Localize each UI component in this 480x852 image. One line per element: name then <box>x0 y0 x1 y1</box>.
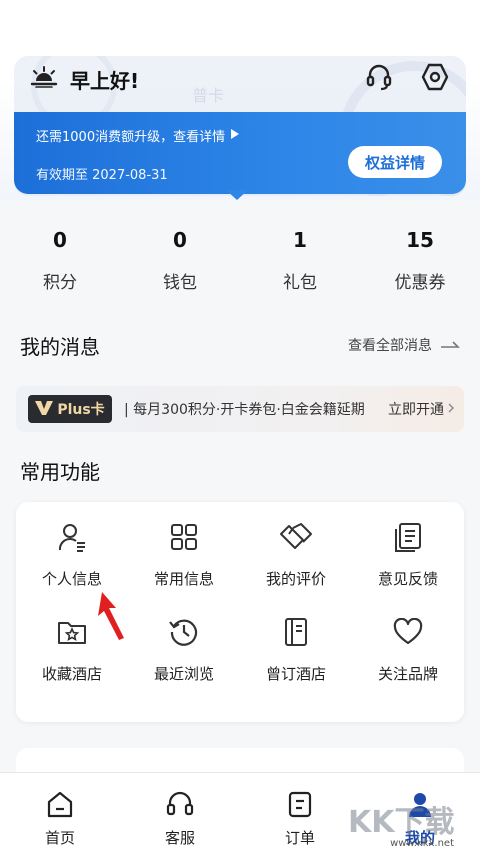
settings-button[interactable] <box>420 62 450 96</box>
upgrade-text: 还需1000消费额升级，查看详情 <box>36 130 226 145</box>
func-recent-views[interactable]: 最近浏览 <box>128 615 240 684</box>
sunrise-icon <box>30 66 58 92</box>
watermark-url: www.kkx.net <box>390 838 454 849</box>
open-plus-text: 立即开通 <box>388 402 444 418</box>
func-label: 意见反馈 <box>377 570 438 588</box>
stat-value: 0 <box>53 228 67 252</box>
stat-label: 优惠券 <box>394 273 446 293</box>
stat-value: 0 <box>173 228 187 252</box>
stat-wallet[interactable]: 0 钱包 <box>120 228 240 300</box>
messages-title: 我的消息 <box>20 334 100 359</box>
func-feedback[interactable]: 意见反馈 <box>352 520 464 589</box>
stat-points[interactable]: 0 积分 <box>0 228 120 300</box>
func-label: 最近浏览 <box>153 665 214 683</box>
pointer-arrow <box>98 592 124 640</box>
stat-gift[interactable]: 1 礼包 <box>240 228 360 300</box>
stat-label: 礼包 <box>283 273 317 293</box>
arrow-right-icon <box>440 337 460 353</box>
heart-icon <box>391 615 425 649</box>
handshake-icon <box>279 520 313 554</box>
headset-icon <box>165 789 195 823</box>
func-label: 收藏酒店 <box>41 665 102 683</box>
stat-label: 积分 <box>43 273 77 293</box>
func-followed-brands[interactable]: 关注品牌 <box>352 615 464 684</box>
upgrade-line[interactable]: 还需1000消费额升级，查看详情 <box>36 126 240 145</box>
stat-value: 15 <box>406 228 434 252</box>
func-label: 个人信息 <box>41 570 102 588</box>
folder-star-icon <box>55 615 89 649</box>
customer-service-button[interactable] <box>364 64 394 94</box>
headset-icon <box>365 63 393 95</box>
view-all-text: 查看全部消息 <box>348 338 432 354</box>
open-plus-button[interactable]: 立即开通 <box>388 399 454 419</box>
triangle-right-icon <box>231 128 240 143</box>
book-icon <box>279 615 313 649</box>
plus-card-banner[interactable]: Plus卡 | 每月300积分·开卡券包·白金会籍延期 立即开通 <box>16 386 464 432</box>
grid-icon <box>167 520 201 554</box>
func-common-info[interactable]: 常用信息 <box>128 520 240 589</box>
feedback-icon <box>391 520 425 554</box>
nav-label: 客服 <box>164 829 195 847</box>
func-label: 我的评价 <box>265 570 326 588</box>
func-label: 常用信息 <box>153 570 214 588</box>
view-all-messages-link[interactable]: 查看全部消息 <box>348 335 460 355</box>
nav-label: 订单 <box>284 829 315 847</box>
order-icon <box>285 789 315 823</box>
top-bar: 早上好! <box>30 62 450 96</box>
upgrade-banner[interactable]: 还需1000消费额升级，查看详情 有效期至 2027-08-31 权益详情 <box>14 112 466 194</box>
stat-value: 1 <box>293 228 307 252</box>
stats-row: 0 积分 0 钱包 1 礼包 15 优惠券 <box>0 228 480 300</box>
watermark-text: KK下载 <box>348 805 455 840</box>
nav-label: 首页 <box>44 829 75 847</box>
chevron-right-icon <box>448 401 454 417</box>
nav-home[interactable]: 首页 <box>0 773 120 852</box>
valid-until: 有效期至 2027-08-31 <box>36 168 168 183</box>
history-icon <box>167 615 201 649</box>
rights-detail-button[interactable]: 权益详情 <box>348 146 442 178</box>
greeting: 早上好! <box>30 65 139 94</box>
nav-service[interactable]: 客服 <box>120 773 240 852</box>
functions-grid: 个人信息 常用信息 我的评价 意见反馈 收藏酒店 最近浏览 曾订酒店 关注品牌 <box>16 520 464 684</box>
plus-description: | 每月300积分·开卡券包·白金会籍延期 <box>124 402 365 418</box>
greeting-text: 早上好! <box>70 68 140 93</box>
person-icon <box>55 520 89 554</box>
banner-notch <box>226 190 248 200</box>
func-label: 曾订酒店 <box>265 665 326 683</box>
v-logo-icon <box>35 400 54 419</box>
nav-orders[interactable]: 订单 <box>240 773 360 852</box>
plus-logo: Plus卡 <box>28 395 112 423</box>
func-booked-hotels[interactable]: 曾订酒店 <box>240 615 352 684</box>
stat-coupons[interactable]: 15 优惠券 <box>360 228 480 300</box>
my-page: 普卡 早上好! 还需1000消费额升级，查看详情 有效期至 2027-08-31… <box>0 0 480 852</box>
func-personal-info[interactable]: 个人信息 <box>16 520 128 589</box>
func-my-reviews[interactable]: 我的评价 <box>240 520 352 589</box>
plus-logo-text: Plus卡 <box>57 402 105 418</box>
messages-header: 我的消息 查看全部消息 <box>20 330 460 360</box>
settings-icon <box>420 62 450 96</box>
func-label: 关注品牌 <box>377 665 438 683</box>
home-icon <box>45 789 75 823</box>
functions-card: 个人信息 常用信息 我的评价 意见反馈 收藏酒店 最近浏览 曾订酒店 关注品牌 <box>16 502 464 722</box>
top-actions <box>364 62 450 96</box>
functions-title: 常用功能 <box>20 460 100 484</box>
stat-label: 钱包 <box>163 273 197 293</box>
